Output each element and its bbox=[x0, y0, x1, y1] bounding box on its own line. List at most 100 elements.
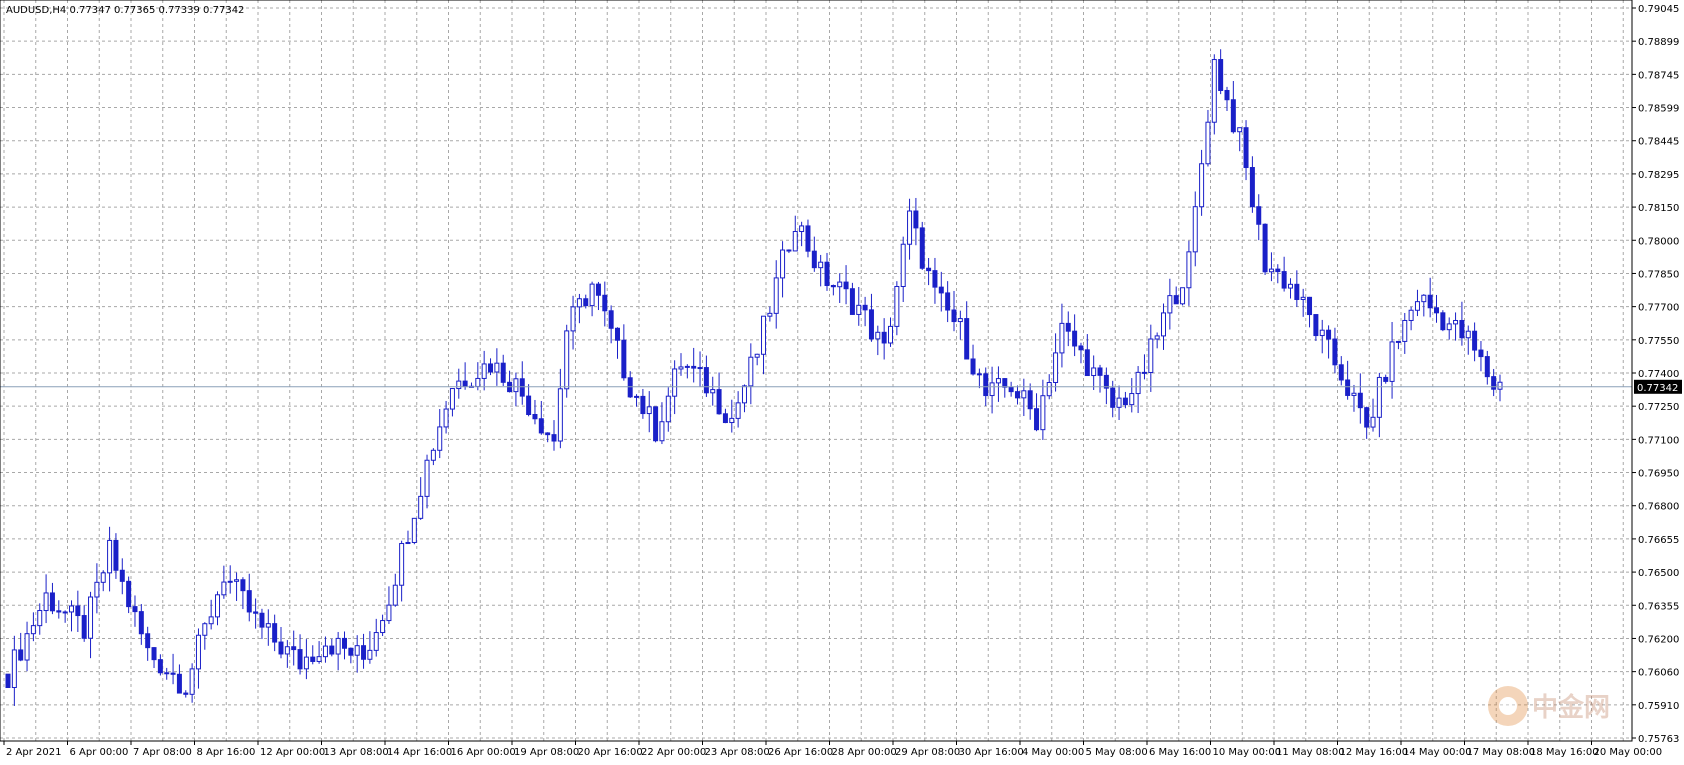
candle-body bbox=[519, 378, 525, 397]
candle-body bbox=[5, 673, 11, 689]
candle-body bbox=[94, 581, 100, 598]
candle-body bbox=[868, 309, 874, 340]
candle-body bbox=[602, 294, 608, 312]
candle-body bbox=[1446, 323, 1452, 331]
candle-body bbox=[81, 615, 87, 639]
candle-body bbox=[1497, 381, 1503, 390]
candle-body bbox=[1357, 392, 1363, 409]
candle-body bbox=[526, 395, 532, 416]
candle-body bbox=[837, 281, 843, 288]
candle-body bbox=[335, 637, 341, 655]
candle-body bbox=[627, 377, 633, 398]
candle-body bbox=[608, 310, 614, 329]
candle-body bbox=[1370, 416, 1376, 428]
candle-body bbox=[786, 249, 792, 252]
y-tick-label: 0.77250 bbox=[1638, 402, 1679, 413]
candle-body bbox=[729, 417, 735, 424]
candle-body bbox=[767, 312, 773, 317]
candle-body bbox=[341, 637, 347, 649]
candle-body bbox=[1345, 379, 1351, 396]
x-tick-label: 10 May 00:00 bbox=[1213, 747, 1282, 758]
candle-body bbox=[1434, 307, 1440, 314]
candle-body bbox=[989, 382, 995, 397]
candle-body bbox=[697, 367, 703, 370]
chart-window[interactable]: 0.79045 0.78899 0.78745 0.78599 0.78445 0.782… bbox=[0, 0, 1684, 761]
x-tick-label: 22 Apr 00:00 bbox=[641, 747, 706, 758]
candle-body bbox=[1161, 312, 1167, 337]
candle-body bbox=[462, 380, 468, 387]
candle-body bbox=[494, 362, 500, 373]
candle-body bbox=[792, 231, 798, 252]
candle-body bbox=[240, 579, 246, 592]
candle-body bbox=[1053, 352, 1059, 383]
candle-body bbox=[824, 261, 830, 287]
y-tick-label: 0.76950 bbox=[1638, 469, 1679, 480]
y-tick-label: 0.78445 bbox=[1638, 137, 1679, 148]
candle-body bbox=[259, 612, 265, 628]
y-tick-label: 0.76060 bbox=[1638, 668, 1679, 679]
candle-body bbox=[583, 298, 589, 307]
candle bbox=[919, 221, 925, 270]
candle-body bbox=[913, 210, 919, 229]
candle-body bbox=[862, 304, 868, 311]
candle-body bbox=[900, 243, 906, 288]
x-tick-label: 20 Apr 16:00 bbox=[578, 747, 643, 758]
candle-body bbox=[951, 309, 957, 323]
candle-body bbox=[799, 225, 805, 233]
candle-body bbox=[1135, 371, 1141, 395]
candle-body bbox=[386, 604, 392, 622]
candle-body bbox=[303, 656, 309, 670]
candle-body bbox=[246, 590, 252, 613]
candle-body bbox=[119, 569, 125, 582]
candle-body bbox=[1237, 127, 1243, 133]
candle-body bbox=[1300, 296, 1306, 300]
candle-body bbox=[888, 325, 894, 344]
candle-body bbox=[932, 270, 938, 288]
y-tick-label: 0.76500 bbox=[1638, 568, 1679, 579]
candle-body bbox=[672, 368, 678, 397]
candle-body bbox=[75, 605, 81, 617]
candle bbox=[1262, 223, 1268, 275]
candle-body bbox=[894, 286, 900, 327]
candle-body bbox=[30, 625, 36, 635]
candle-body bbox=[1332, 338, 1338, 366]
x-tick-label: 11 May 08:00 bbox=[1276, 747, 1345, 758]
candle-body bbox=[716, 389, 722, 415]
candle-body bbox=[354, 645, 360, 656]
candle-body bbox=[983, 373, 989, 397]
y-tick-label: 0.76355 bbox=[1638, 601, 1679, 612]
candle-body bbox=[754, 353, 760, 358]
candle-body bbox=[1472, 330, 1478, 351]
x-tick-label: 20 May 00:00 bbox=[1594, 747, 1663, 758]
candle-body bbox=[418, 495, 424, 519]
candle-body bbox=[1110, 387, 1116, 408]
candle-body bbox=[1389, 341, 1395, 382]
candle-body bbox=[18, 649, 24, 661]
candle-body bbox=[424, 459, 430, 497]
candle-body bbox=[722, 413, 728, 424]
candle-body bbox=[392, 584, 398, 606]
y-tick-label: 0.76200 bbox=[1638, 634, 1679, 645]
price-chart[interactable]: 0.79045 0.78899 0.78745 0.78599 0.78445 0.782… bbox=[0, 0, 1684, 761]
candle bbox=[653, 406, 659, 443]
candle-body bbox=[678, 366, 684, 370]
candle-body bbox=[56, 610, 62, 613]
candle-body bbox=[995, 378, 1001, 384]
candle-body bbox=[1034, 408, 1040, 431]
candle-body bbox=[272, 623, 278, 643]
x-tick-label: 6 Apr 00:00 bbox=[70, 747, 129, 758]
candle-body bbox=[500, 362, 506, 383]
y-tick-label: 0.77850 bbox=[1638, 269, 1679, 280]
candle-body bbox=[1129, 393, 1135, 406]
candle-body bbox=[1148, 338, 1154, 373]
candle-body bbox=[621, 339, 627, 379]
x-tick-label: 17 May 08:00 bbox=[1467, 747, 1536, 758]
candle-body bbox=[919, 227, 925, 269]
candle-body bbox=[1014, 391, 1020, 399]
candle-body bbox=[43, 592, 49, 612]
x-tick-label: 16 Apr 00:00 bbox=[451, 747, 516, 758]
candle-body bbox=[1180, 287, 1186, 305]
candle-body bbox=[265, 623, 271, 628]
candle-body bbox=[1268, 268, 1274, 273]
candle-body bbox=[11, 649, 17, 689]
